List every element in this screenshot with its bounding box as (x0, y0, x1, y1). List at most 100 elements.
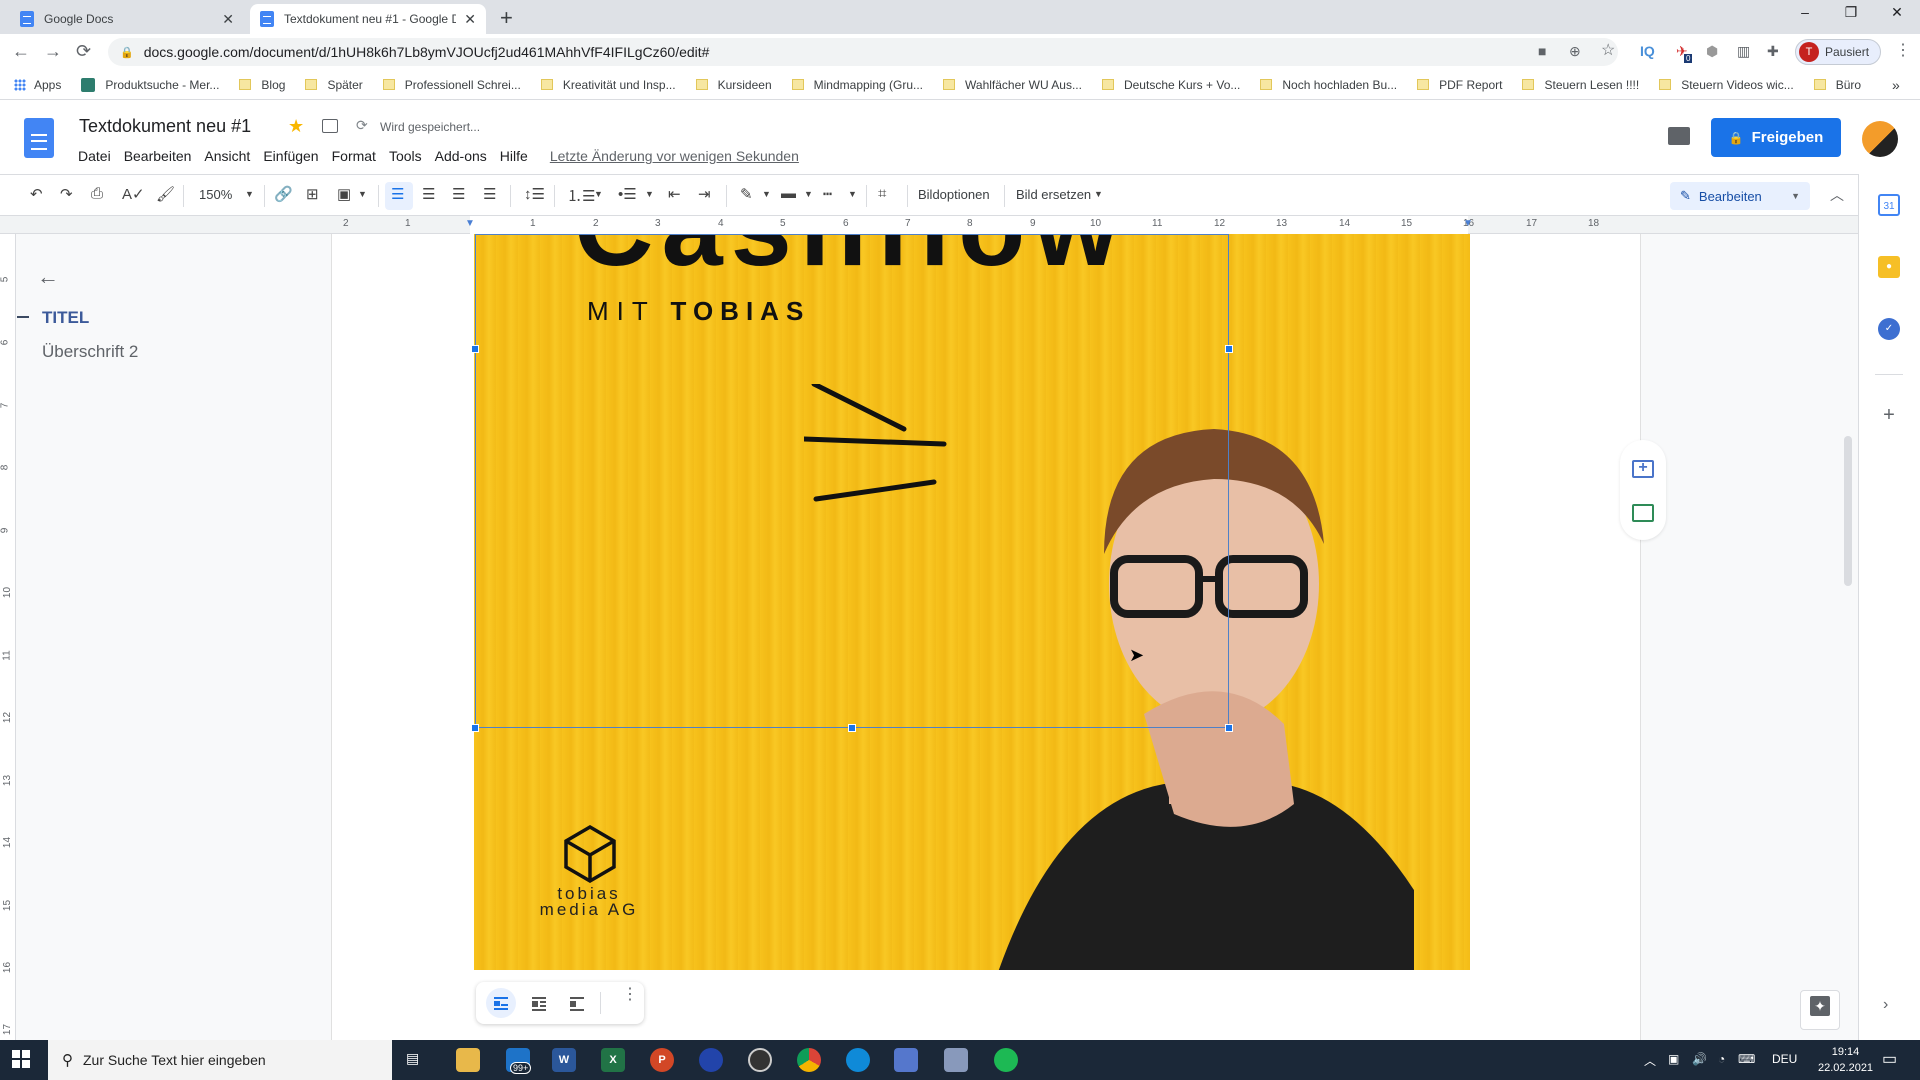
bookmark-folder[interactable]: Steuern Lesen !!!! (1522, 78, 1639, 92)
align-right-icon[interactable]: ☰ (452, 185, 465, 203)
chrome-icon[interactable] (797, 1048, 821, 1072)
close-tab-icon[interactable]: ✕ (222, 11, 234, 28)
increase-indent-icon[interactable]: ⇥ (698, 185, 711, 203)
last-edit-link[interactable]: Letzte Änderung vor wenigen Sekunden (550, 148, 799, 164)
calendar-icon[interactable]: 31 (1878, 194, 1900, 216)
notifications-icon[interactable]: ▭ (1882, 1049, 1897, 1069)
obs-icon[interactable] (748, 1048, 772, 1072)
tab-google-docs[interactable]: Google Docs ✕ (10, 4, 244, 34)
more-options-icon[interactable]: ⋮ (622, 987, 638, 1003)
address-bar[interactable]: 🔒 docs.google.com/document/d/1hUH8k6h7Lb… (108, 38, 1618, 66)
chevron-down-icon[interactable]: ▼ (1094, 189, 1103, 199)
vertical-ruler[interactable]: 5 6 7 8 9 10 11 12 13 14 15 16 17 (0, 234, 16, 1040)
star-icon[interactable]: ★ (288, 116, 304, 137)
close-tab-icon[interactable]: ✕ (464, 11, 476, 28)
bulleted-list-icon[interactable]: •☰ (618, 185, 637, 203)
back-icon[interactable]: ← (12, 41, 30, 62)
right-indent-marker[interactable]: ▼ (1463, 218, 1473, 229)
resize-handle[interactable] (471, 724, 479, 732)
docs-logo-icon[interactable] (24, 118, 54, 158)
suggest-edit-icon[interactable] (1632, 504, 1654, 522)
move-folder-icon[interactable] (322, 119, 338, 133)
keep-icon[interactable]: ● (1878, 256, 1900, 278)
reload-icon[interactable]: ⟳ (76, 41, 91, 62)
comments-icon[interactable] (1668, 127, 1690, 145)
decrease-indent-icon[interactable]: ⇤ (668, 185, 681, 203)
wrap-text-button[interactable] (524, 988, 554, 1018)
windows-start-icon[interactable] (12, 1050, 30, 1068)
language-indicator[interactable]: DEU (1772, 1052, 1797, 1066)
resize-handle[interactable] (471, 345, 479, 353)
menu-format[interactable]: Format (332, 148, 376, 164)
chevron-down-icon[interactable]: ▼ (245, 189, 254, 199)
paint-format-icon[interactable]: 🖌 (156, 185, 175, 203)
bookmark-folder[interactable]: Mindmapping (Gru... (791, 78, 923, 92)
insert-image-icon[interactable]: ▣ (337, 185, 351, 203)
menu-ansicht[interactable]: Ansicht (204, 148, 250, 164)
bookmark-folder[interactable]: PDF Report (1417, 78, 1502, 92)
break-text-button[interactable] (562, 988, 592, 1018)
camera-icon[interactable]: ■ (1538, 43, 1546, 59)
bookmark-folder[interactable]: Büro (1813, 78, 1861, 92)
border-dash-icon[interactable]: ┅ (823, 185, 832, 203)
taskbar-search[interactable]: ⚲ Zur Suche Text hier eingeben (48, 1040, 392, 1080)
profile-button[interactable]: T Pausiert (1795, 39, 1881, 65)
word-icon[interactable]: W (552, 1048, 576, 1072)
keyboard-icon[interactable]: ⌨ (1738, 1052, 1755, 1066)
bookmark-folder[interactable]: Kursideen (695, 78, 772, 92)
align-center-icon[interactable]: ☰ (422, 185, 435, 203)
file-explorer-icon[interactable] (456, 1048, 480, 1072)
chevron-right-icon[interactable]: › (1883, 996, 1888, 1014)
link-icon[interactable]: 🔗 (274, 185, 293, 203)
bookmark-folder[interactable]: Blog (239, 78, 285, 92)
line-spacing-icon[interactable]: ↕☰ (524, 185, 545, 203)
bookmark-item[interactable]: Produktsuche - Mer... (81, 77, 219, 92)
abp-icon[interactable]: ⬢ (1706, 43, 1718, 60)
chevron-down-icon[interactable]: ▼ (848, 189, 857, 199)
outline-item-ueberschrift-2[interactable]: Überschrift 2 (42, 342, 138, 362)
iq-icon[interactable]: IQ (1640, 43, 1655, 59)
spellcheck-icon[interactable]: A✓ (122, 185, 145, 203)
image-options-button[interactable]: Bildoptionen (918, 187, 990, 202)
chevron-down-icon[interactable]: ▼ (804, 189, 813, 199)
resize-handle[interactable] (1225, 345, 1233, 353)
justify-icon[interactable]: ☰ (483, 185, 496, 203)
bookmark-star-icon[interactable]: ☆ (1601, 40, 1615, 60)
chevron-down-icon[interactable]: ▼ (358, 189, 367, 199)
left-indent-marker[interactable]: ▼ (465, 218, 475, 229)
menu-hilfe[interactable]: Hilfe (500, 148, 528, 164)
new-tab-button[interactable]: + (500, 5, 513, 31)
back-arrow-icon[interactable]: ← (37, 264, 59, 290)
border-color-icon[interactable]: ✎ (740, 185, 753, 203)
bookmark-folder[interactable]: Professionell Schrei... (382, 78, 521, 92)
wifi-icon[interactable]: ◔ (1718, 1052, 1725, 1066)
app-icon[interactable] (894, 1048, 918, 1072)
share-button[interactable]: 🔒 Freigeben (1711, 118, 1841, 157)
resize-handle[interactable] (1225, 724, 1233, 732)
spotify-icon[interactable] (994, 1048, 1018, 1072)
outline-item-titel[interactable]: TITEL (42, 308, 89, 328)
restore-button[interactable]: ❐ (1828, 4, 1874, 21)
editing-mode-select[interactable]: ✎ Bearbeiten ▼ (1670, 182, 1810, 210)
powerpoint-icon[interactable]: P (650, 1048, 674, 1072)
replace-image-button[interactable]: Bild ersetzen (1016, 187, 1091, 202)
redo-icon[interactable]: ↷ (60, 185, 73, 203)
bookmark-apps[interactable]: Apps (14, 78, 61, 92)
crop-icon[interactable]: ⌗ (878, 185, 886, 202)
menu-tools[interactable]: Tools (389, 148, 422, 164)
chevron-down-icon[interactable]: ▼ (645, 189, 654, 199)
camera-tray-icon[interactable]: ▣ (1668, 1052, 1679, 1066)
zoom-select[interactable]: 150% (199, 187, 232, 202)
zoom-icon[interactable]: ⊕ (1569, 43, 1581, 60)
print-icon[interactable]: ⎙ (91, 185, 103, 202)
bookmark-folder[interactable]: Steuern Videos wic... (1659, 78, 1794, 92)
undo-icon[interactable]: ↶ (30, 185, 43, 203)
tab-textdokument[interactable]: Textdokument neu #1 - Google D ✕ (250, 4, 486, 34)
add-addon-icon[interactable]: + (1878, 404, 1900, 426)
user-avatar[interactable] (1862, 121, 1898, 157)
stats-icon[interactable]: ▥ (1737, 43, 1750, 60)
add-comment-icon[interactable]: ⊞ (306, 185, 319, 203)
scrollbar[interactable] (1844, 436, 1852, 586)
menu-datei[interactable]: Datei (78, 148, 111, 164)
menu-bearbeiten[interactable]: Bearbeiten (124, 148, 192, 164)
